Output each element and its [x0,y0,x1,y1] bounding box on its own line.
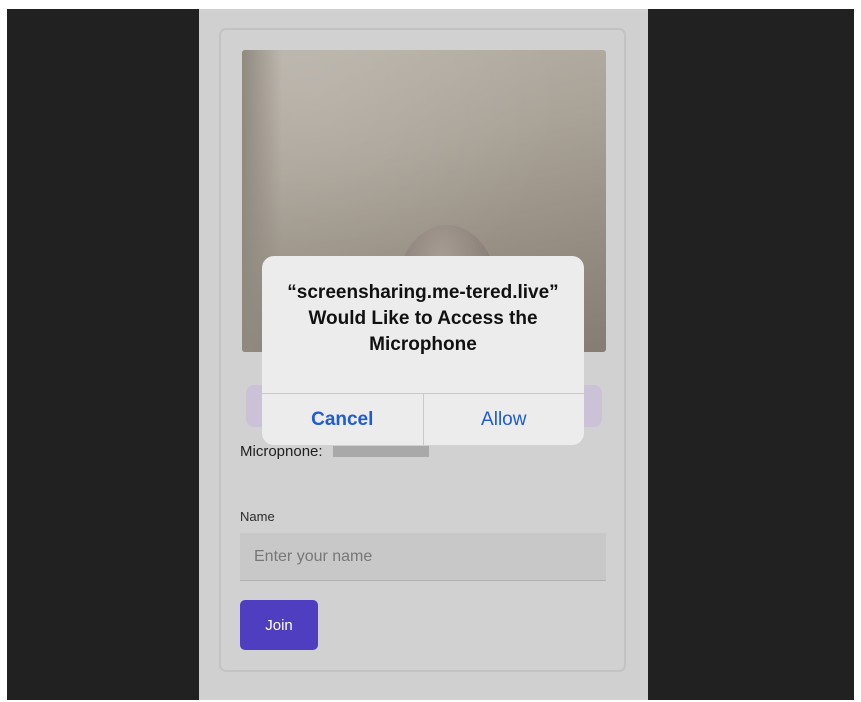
microphone-label: Micropnone: [240,443,323,460]
cancel-button[interactable]: Cancel [262,394,424,445]
dialog-button-row: Cancel Allow [262,393,584,445]
join-button[interactable]: Join [240,600,318,650]
microphone-permission-dialog: “screensharing.me-tered.live” Would Like… [262,256,584,445]
allow-button[interactable]: Allow [424,394,585,445]
name-label: Name [240,509,275,524]
screen: Micropnone: Name Join “screensharing.me-… [7,9,854,700]
name-input[interactable] [240,533,606,581]
dialog-title: “screensharing.me-tered.live” Would Like… [287,282,559,355]
microphone-level-meter [332,446,429,457]
microphone-row: Micropnone: [240,443,429,460]
